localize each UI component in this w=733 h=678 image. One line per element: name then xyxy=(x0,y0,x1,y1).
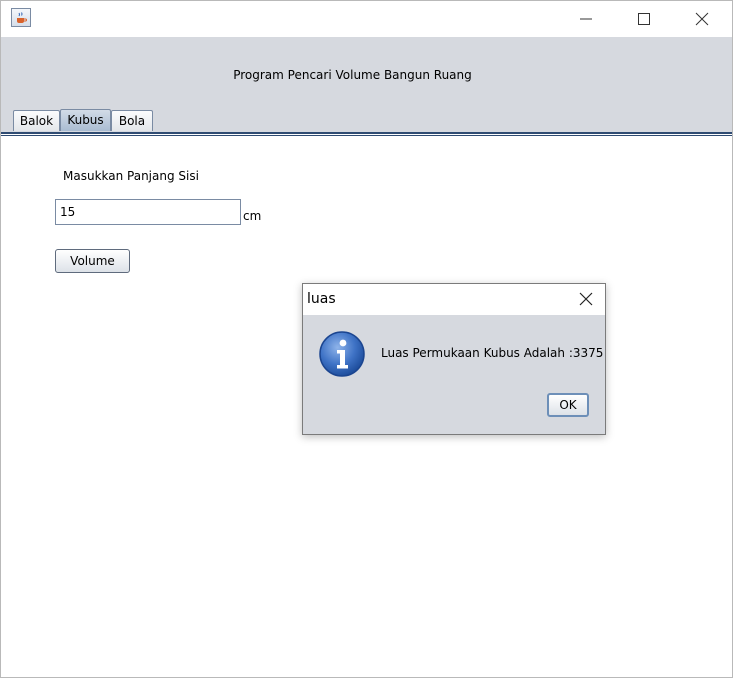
minimize-icon xyxy=(580,18,592,20)
window-titlebar[interactable] xyxy=(1,1,732,35)
volume-button[interactable]: Volume xyxy=(55,249,130,273)
page-title: Program Pencari Volume Bangun Ruang xyxy=(233,68,472,82)
dialog-title: luas xyxy=(307,291,336,307)
side-length-input[interactable] xyxy=(55,199,241,225)
ok-button[interactable]: OK xyxy=(547,393,589,417)
java-coffee-icon xyxy=(11,8,31,27)
tab-divider xyxy=(1,132,732,134)
side-length-label: Masukkan Panjang Sisi xyxy=(63,169,199,183)
close-button[interactable] xyxy=(673,1,731,35)
unit-label: cm xyxy=(243,209,262,223)
tab-kubus[interactable]: Kubus xyxy=(60,109,111,131)
tab-balok[interactable]: Balok xyxy=(13,110,60,131)
close-icon xyxy=(579,292,593,306)
maximize-icon xyxy=(638,13,650,25)
dialog-titlebar[interactable]: luas xyxy=(303,284,605,315)
header-panel: Program Pencari Volume Bangun Ruang Balo… xyxy=(1,37,732,133)
dialog-message: Luas Permukaan Kubus Adalah :3375 xyxy=(381,346,604,360)
info-icon xyxy=(319,331,365,377)
maximize-button[interactable] xyxy=(615,1,673,35)
message-dialog: luas Luas Permukaan Kubus Adalah :3375 O… xyxy=(302,283,606,435)
minimize-button[interactable] xyxy=(557,1,615,35)
main-window: Program Pencari Volume Bangun Ruang Balo… xyxy=(0,0,733,678)
dialog-close-button[interactable] xyxy=(569,284,605,315)
tab-bola[interactable]: Bola xyxy=(111,110,153,131)
tab-divider-inner xyxy=(1,135,732,136)
close-icon xyxy=(695,12,709,26)
